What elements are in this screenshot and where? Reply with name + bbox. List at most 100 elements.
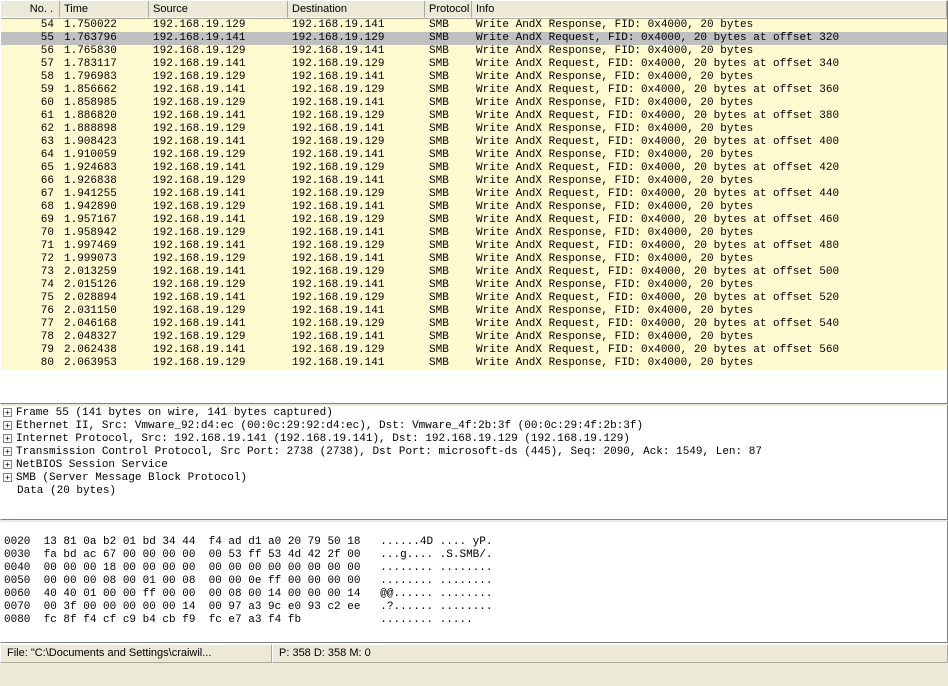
packet-row[interactable]: 701.958942192.168.19.129192.168.19.141SM…: [1, 227, 947, 240]
packet-row[interactable]: 561.765830192.168.19.129192.168.19.141SM…: [1, 45, 947, 58]
packet-rows[interactable]: 541.750022192.168.19.129192.168.19.141SM…: [1, 19, 947, 403]
column-header-destination[interactable]: Destination: [288, 1, 425, 18]
tree-label: Ethernet II, Src: Vmware_92:d4:ec (00:0c…: [16, 420, 643, 432]
packet-details-pane[interactable]: + Frame 55 (141 bytes on wire, 141 bytes …: [0, 404, 948, 520]
packet-row[interactable]: 551.763796192.168.19.141192.168.19.129SM…: [1, 32, 947, 45]
cell-info: Write AndX Request, FID: 0x4000, 20 byte…: [472, 162, 947, 175]
status-file: File: "C:\Documents and Settings\craiwil…: [0, 644, 272, 663]
expand-icon[interactable]: +: [3, 408, 12, 417]
cell-info: Write AndX Request, FID: 0x4000, 20 byte…: [472, 32, 947, 45]
cell-src: 192.168.19.141: [149, 32, 288, 45]
packet-row[interactable]: 711.997469192.168.19.141192.168.19.129SM…: [1, 240, 947, 253]
cell-info: Write AndX Response, FID: 0x4000, 20 byt…: [472, 201, 947, 214]
cell-no: 57: [1, 58, 60, 71]
cell-proto: SMB: [425, 110, 472, 123]
packet-row[interactable]: 611.886820192.168.19.141192.168.19.129SM…: [1, 110, 947, 123]
packet-row[interactable]: 691.957167192.168.19.141192.168.19.129SM…: [1, 214, 947, 227]
cell-time: 1.942890: [60, 201, 149, 214]
cell-proto: SMB: [425, 240, 472, 253]
expand-icon[interactable]: +: [3, 421, 12, 430]
packet-row[interactable]: 762.031150192.168.19.129192.168.19.141SM…: [1, 305, 947, 318]
protocol-tree-item[interactable]: + Frame 55 (141 bytes on wire, 141 bytes …: [1, 407, 947, 420]
cell-proto: SMB: [425, 123, 472, 136]
cell-no: 76: [1, 305, 60, 318]
packet-row[interactable]: 681.942890192.168.19.129192.168.19.141SM…: [1, 201, 947, 214]
cell-info: Write AndX Request, FID: 0x4000, 20 byte…: [472, 84, 947, 97]
hex-line[interactable]: 0070 00 3f 00 00 00 00 00 14 00 97 a3 9c…: [1, 601, 947, 614]
packet-row[interactable]: 631.908423192.168.19.141192.168.19.129SM…: [1, 136, 947, 149]
cell-info: Write AndX Response, FID: 0x4000, 20 byt…: [472, 253, 947, 266]
packet-row[interactable]: 671.941255192.168.19.141192.168.19.129SM…: [1, 188, 947, 201]
packet-row[interactable]: 721.999073192.168.19.129192.168.19.141SM…: [1, 253, 947, 266]
tree-label: Internet Protocol, Src: 192.168.19.141 (…: [16, 433, 630, 445]
cell-src: 192.168.19.141: [149, 318, 288, 331]
cell-no: 64: [1, 149, 60, 162]
tree-label: Frame 55 (141 bytes on wire, 141 bytes c…: [16, 407, 333, 419]
cell-dst: 192.168.19.141: [288, 149, 425, 162]
packet-row[interactable]: 571.783117192.168.19.141192.168.19.129SM…: [1, 58, 947, 71]
packet-row[interactable]: 621.888898192.168.19.129192.168.19.141SM…: [1, 123, 947, 136]
cell-proto: SMB: [425, 19, 472, 32]
hex-line[interactable]: 0040 00 00 00 18 00 00 00 00 00 00 00 00…: [1, 562, 947, 575]
expand-icon[interactable]: +: [3, 460, 12, 469]
column-header-no[interactable]: No. .: [1, 1, 60, 18]
packet-row[interactable]: 601.858985192.168.19.129192.168.19.141SM…: [1, 97, 947, 110]
cell-no: 68: [1, 201, 60, 214]
protocol-tree-item[interactable]: Data (20 bytes): [1, 485, 947, 498]
cell-info: Write AndX Response, FID: 0x4000, 20 byt…: [472, 357, 947, 370]
expand-icon[interactable]: +: [3, 434, 12, 443]
packet-row[interactable]: 641.910059192.168.19.129192.168.19.141SM…: [1, 149, 947, 162]
packet-row[interactable]: 732.013259192.168.19.141192.168.19.129SM…: [1, 266, 947, 279]
cell-info: Write AndX Request, FID: 0x4000, 20 byte…: [472, 266, 947, 279]
packet-row[interactable]: 752.028894192.168.19.141192.168.19.129SM…: [1, 292, 947, 305]
cell-time: 1.783117: [60, 58, 149, 71]
packet-row[interactable]: 782.048327192.168.19.129192.168.19.141SM…: [1, 331, 947, 344]
cell-no: 54: [1, 19, 60, 32]
expand-icon[interactable]: +: [3, 473, 12, 482]
packet-row[interactable]: 581.796983192.168.19.129192.168.19.141SM…: [1, 71, 947, 84]
packet-row[interactable]: 541.750022192.168.19.129192.168.19.141SM…: [1, 19, 947, 32]
protocol-tree-item[interactable]: +Transmission Control Protocol, Src Port…: [1, 446, 947, 459]
cell-proto: SMB: [425, 136, 472, 149]
column-header-source[interactable]: Source: [149, 1, 288, 18]
cell-proto: SMB: [425, 58, 472, 71]
column-header-protocol[interactable]: Protocol: [425, 1, 472, 18]
packet-bytes-pane[interactable]: 0020 13 81 0a b2 01 bd 34 44 f4 ad d1 a0…: [0, 520, 948, 643]
cell-no: 80: [1, 357, 60, 370]
cell-src: 192.168.19.129: [149, 71, 288, 84]
cell-dst: 192.168.19.141: [288, 123, 425, 136]
protocol-tree-item[interactable]: +SMB (Server Message Block Protocol): [1, 472, 947, 485]
packet-row[interactable]: 742.015126192.168.19.129192.168.19.141SM…: [1, 279, 947, 292]
cell-proto: SMB: [425, 188, 472, 201]
cell-src: 192.168.19.129: [149, 149, 288, 162]
cell-proto: SMB: [425, 253, 472, 266]
hex-line[interactable]: 0060 40 40 01 00 00 ff 00 00 00 08 00 14…: [1, 588, 947, 601]
packet-row[interactable]: 792.062438192.168.19.141192.168.19.129SM…: [1, 344, 947, 357]
cell-src: 192.168.19.141: [149, 292, 288, 305]
expand-icon[interactable]: +: [3, 447, 12, 456]
cell-time: 1.886820: [60, 110, 149, 123]
cell-proto: SMB: [425, 175, 472, 188]
protocol-tree-item[interactable]: +NetBIOS Session Service: [1, 459, 947, 472]
cell-dst: 192.168.19.129: [288, 188, 425, 201]
cell-dst: 192.168.19.129: [288, 240, 425, 253]
hex-line[interactable]: 0080 fc 8f f4 cf c9 b4 cb f9 fc e7 a3 f4…: [1, 614, 947, 627]
packet-row[interactable]: 772.046168192.168.19.141192.168.19.129SM…: [1, 318, 947, 331]
hex-line[interactable]: 0020 13 81 0a b2 01 bd 34 44 f4 ad d1 a0…: [1, 536, 947, 549]
protocol-tree-item[interactable]: + Internet Protocol, Src: 192.168.19.141 …: [1, 433, 947, 446]
hex-line[interactable]: 0050 00 00 00 08 00 01 00 08 00 00 0e ff…: [1, 575, 947, 588]
packet-row[interactable]: 661.926838192.168.19.129192.168.19.141SM…: [1, 175, 947, 188]
packet-row[interactable]: 591.856662192.168.19.141192.168.19.129SM…: [1, 84, 947, 97]
hex-line[interactable]: 0030 fa bd ac 67 00 00 00 00 00 53 ff 53…: [1, 549, 947, 562]
packet-row[interactable]: 802.063953192.168.19.129192.168.19.141SM…: [1, 357, 947, 370]
column-header-info[interactable]: Info: [472, 1, 947, 18]
protocol-tree-item[interactable]: + Ethernet II, Src: Vmware_92:d4:ec (00:0…: [1, 420, 947, 433]
column-header-time[interactable]: Time: [60, 1, 149, 18]
cell-proto: SMB: [425, 97, 472, 110]
cell-proto: SMB: [425, 227, 472, 240]
tree-label: Data (20 bytes): [17, 485, 116, 497]
cell-no: 62: [1, 123, 60, 136]
packet-row[interactable]: 651.924683192.168.19.141192.168.19.129SM…: [1, 162, 947, 175]
cell-dst: 192.168.19.141: [288, 97, 425, 110]
cell-info: Write AndX Response, FID: 0x4000, 20 byt…: [472, 71, 947, 84]
